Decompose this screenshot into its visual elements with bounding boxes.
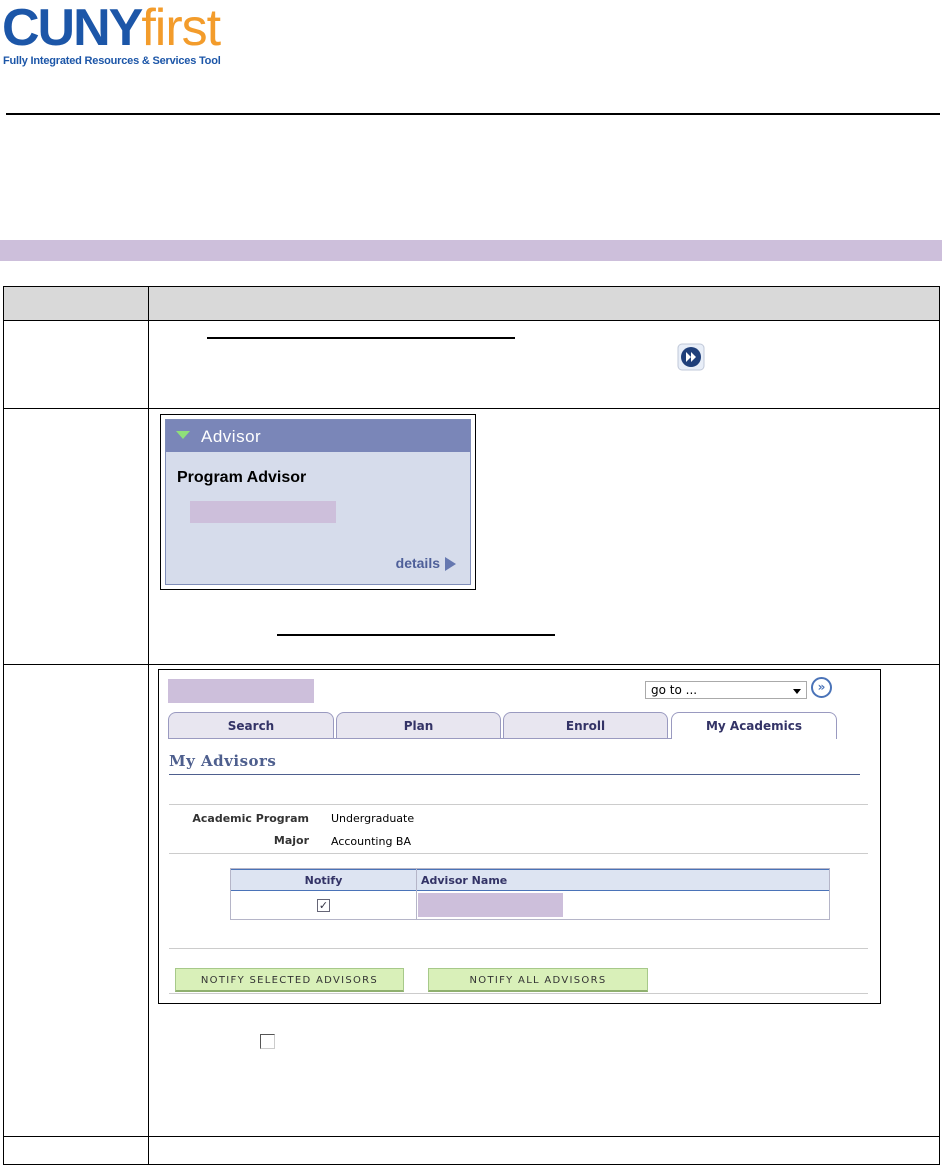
logo-first-text: first (141, 0, 221, 57)
cunyfirst-logo: CUNYfirst Fully Integrated Resources & S… (2, 0, 242, 70)
grid-column-divider (416, 869, 417, 919)
academic-program-label: Academic Program (192, 812, 309, 825)
tab-baseline (168, 738, 671, 739)
logo-cuny-text: CUNY (2, 0, 143, 57)
advisor-pagelet-header[interactable]: Advisor (166, 420, 470, 452)
page-title: My Advisors (169, 752, 277, 770)
tab-search[interactable]: Search (168, 712, 334, 739)
collapse-triangle-icon[interactable] (176, 431, 190, 439)
row-divider (4, 408, 939, 409)
major-label: Major (273, 834, 309, 847)
notify-checkbox[interactable]: ✓ (317, 899, 330, 912)
goto-select-value: go to ... (651, 683, 698, 697)
section-separator (169, 993, 868, 994)
program-advisor-label: Program Advisor (177, 469, 307, 486)
advisor-pagelet-title: Advisor (201, 427, 262, 446)
header-divider (6, 113, 940, 115)
section-separator (169, 853, 868, 854)
hyperlink-underline[interactable] (207, 337, 515, 339)
my-advisors-screenshot: go to ... » Search Plan Enroll My Academ… (158, 669, 881, 1004)
tab-plan[interactable]: Plan (336, 712, 501, 739)
section-separator (169, 804, 868, 805)
dropdown-caret-icon (793, 689, 801, 694)
section-band (0, 240, 942, 261)
goto-button-icon[interactable]: » (811, 677, 832, 698)
section-separator (169, 948, 868, 949)
details-link[interactable]: details (396, 555, 440, 571)
advisor-pagelet: Advisor Program Advisor details (165, 419, 471, 585)
logo-wordmark: CUNYfirst (2, 0, 221, 57)
tab-my-academics[interactable]: My Academics (671, 712, 837, 739)
tab-enroll[interactable]: Enroll (503, 712, 668, 739)
goto-select[interactable]: go to ... (645, 681, 807, 699)
notify-selected-advisors-button[interactable]: NOTIFY SELECTED ADVISORS (175, 968, 404, 992)
advisor-widget-screenshot: Advisor Program Advisor details (160, 414, 476, 590)
row-divider (4, 320, 939, 321)
redacted-student-name (168, 679, 314, 703)
advisors-grid: Notify Advisor Name ✓ (230, 868, 830, 920)
row-divider (4, 1136, 939, 1137)
fast-forward-icon (677, 343, 705, 371)
column-divider (148, 287, 149, 1164)
redacted-advisor-name (418, 893, 563, 917)
title-underline (169, 774, 860, 775)
redacted-advisor-name (190, 501, 336, 523)
advisor-name-column-header: Advisor Name (417, 869, 829, 891)
notify-column-header: Notify (231, 869, 416, 891)
major-value: Accounting BA (331, 835, 411, 848)
table-header-row (4, 287, 939, 320)
row-divider (4, 664, 939, 665)
details-arrow-icon[interactable] (445, 557, 456, 571)
hyperlink-underline[interactable] (277, 634, 555, 636)
empty-checkbox-icon (260, 1034, 275, 1049)
notify-all-advisors-button[interactable]: NOTIFY ALL ADVISORS (428, 968, 648, 992)
academic-program-value: Undergraduate (331, 812, 415, 825)
logo-tagline: Fully Integrated Resources & Services To… (3, 55, 221, 67)
